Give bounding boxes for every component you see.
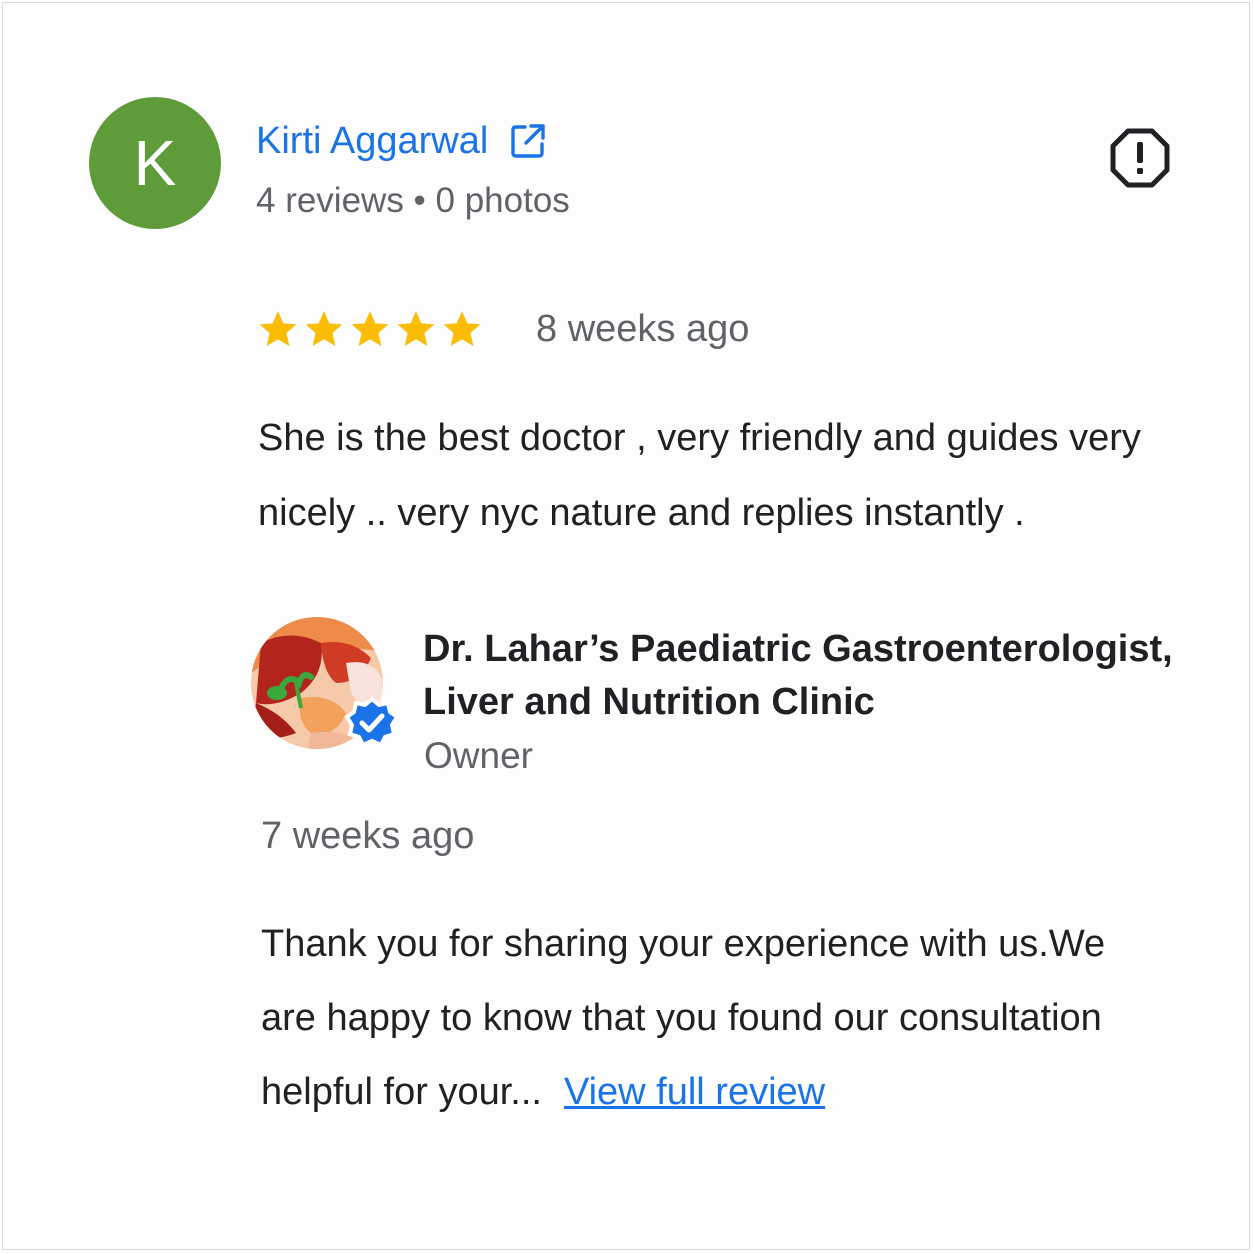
star-icon [351, 311, 389, 347]
star-icon [443, 311, 481, 347]
review-card: K Kirti Aggarwal 4 reviews • 0 photos 8 … [2, 2, 1250, 1250]
owner-name: Dr. Lahar’s Paediatric Gastroenterologis… [423, 628, 1173, 723]
reviewer-avatar[interactable]: K [89, 97, 221, 229]
report-icon[interactable] [1109, 127, 1171, 189]
review-text: She is the best doctor , very friendly a… [258, 417, 1141, 534]
reply-text-block: Thank you for sharing your experience wi… [261, 907, 1161, 1129]
view-full-review-link[interactable]: View full review [564, 1071, 825, 1113]
star-rating [256, 307, 484, 351]
star-icon [259, 311, 297, 347]
verified-badge-icon [344, 696, 400, 748]
rating-row: 8 weeks ago [256, 301, 749, 357]
reviewer-name-link[interactable]: Kirti Aggarwal [256, 120, 488, 163]
star-icon [305, 311, 343, 347]
owner-role: Owner [424, 735, 533, 776]
avatar-letter: K [133, 127, 177, 199]
reviewer-name-row: Kirti Aggarwal [256, 115, 548, 167]
external-link-icon[interactable] [508, 121, 548, 161]
reviewer-meta: 4 reviews • 0 photos [256, 181, 570, 220]
owner-avatar[interactable] [251, 613, 400, 759]
review-date: 8 weeks ago [536, 307, 750, 350]
star-icon [397, 311, 435, 347]
reply-date: 7 weeks ago [261, 815, 475, 857]
